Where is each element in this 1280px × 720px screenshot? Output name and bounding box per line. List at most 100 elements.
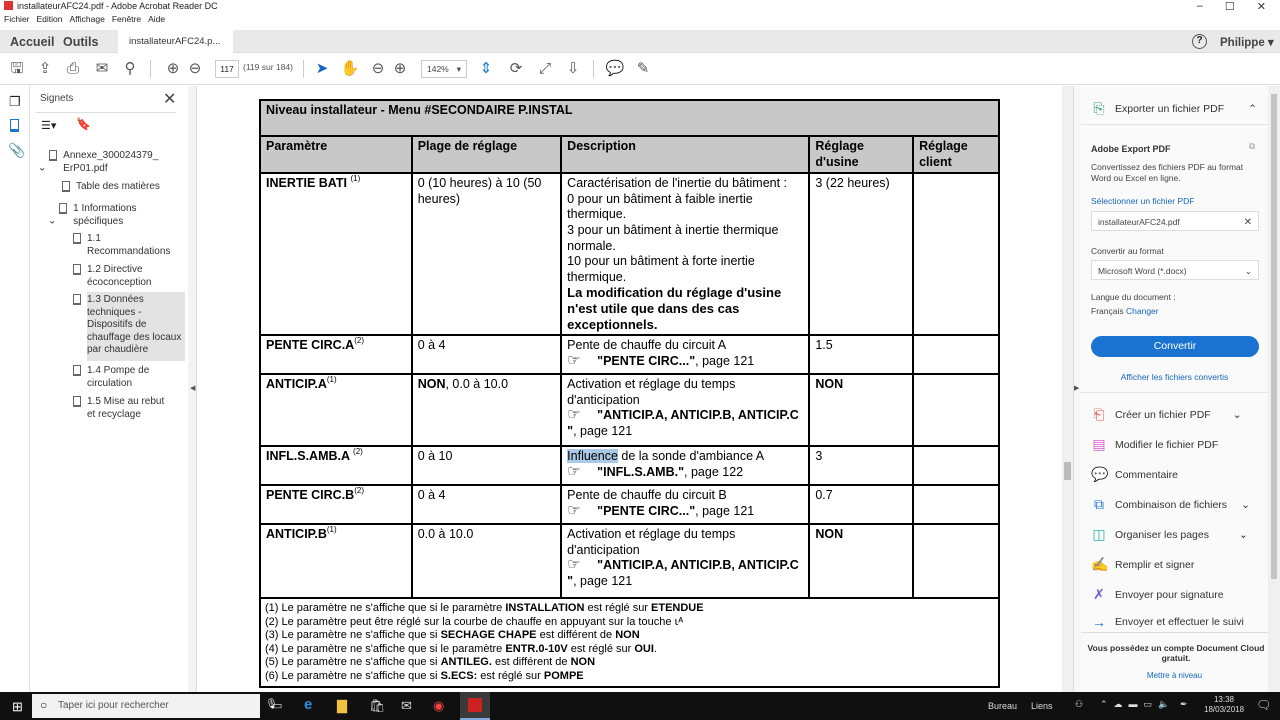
table-row: ANTICIP.B(1) 0.0 à 10.0 Activation et ré… xyxy=(259,523,1000,600)
pages-icon[interactable]: ❐ xyxy=(9,94,21,110)
panel-splitter[interactable]: ◀ xyxy=(188,86,197,692)
bookmark-item[interactable]: 1.4 Pompe de circulation xyxy=(73,365,183,390)
pen-tray-icon[interactable]: ✒ xyxy=(1180,699,1188,710)
taskbar-search[interactable]: ○ Taper ici pour rechercher 🎙 xyxy=(32,694,278,718)
table-title: Niveau installateur - Menu #SECONDAIRE P… xyxy=(259,99,1000,137)
bookmark-item[interactable]: 1.5 Mise au rebut et recyclage xyxy=(73,396,183,421)
upload-icon[interactable]: ⇪ xyxy=(35,60,55,78)
tab-outils[interactable]: Outils xyxy=(63,35,98,49)
tool-create-pdf[interactable]: ⎗ Créer un fichier PDF ⌄ xyxy=(1091,406,1241,423)
email-icon[interactable]: ✉ xyxy=(92,60,112,78)
format-select[interactable]: Microsoft Word (*.docx) ⌄ xyxy=(1091,260,1259,280)
tool-send-track[interactable]: → Envoyer et effectuer le suivi xyxy=(1091,616,1244,628)
save-icon[interactable]: 🖫 xyxy=(7,60,27,78)
tab-accueil[interactable]: Accueil xyxy=(10,35,54,49)
tool-send-signature[interactable]: ✗ Envoyer pour signature xyxy=(1091,586,1223,603)
zoom-in-icon[interactable]: ⊕ xyxy=(390,60,410,78)
selected-text[interactable]: Influence xyxy=(567,449,618,464)
clear-file-icon: ✕ xyxy=(1243,217,1252,228)
page-number-input[interactable]: 117 xyxy=(215,60,239,78)
export-title: Adobe Export PDF xyxy=(1091,144,1171,154)
reference-link[interactable]: "INFL.S.AMB." xyxy=(597,465,684,479)
close-button[interactable]: ✕ xyxy=(1257,0,1266,13)
tools-pane-scrollbar[interactable] xyxy=(1268,86,1280,692)
attachment-icon[interactable]: 📎 xyxy=(8,142,25,159)
fit-page-icon[interactable]: ⇕ xyxy=(476,60,496,78)
upgrade-link[interactable]: Mettre à niveau xyxy=(1081,671,1268,680)
select-file-link[interactable]: Sélectionner un fichier PDF xyxy=(1091,196,1194,206)
taskbar: ⊞ ○ Taper ici pour rechercher 🎙 ▭ e ▇ 🛍 ✉ … xyxy=(0,692,1280,720)
tab-bar: Accueil Outils installateurAFC24.p... × … xyxy=(0,30,1280,70)
bookmark-item[interactable]: ⌄ 1 Informations spécifiques xyxy=(48,203,178,228)
document-scrollbar[interactable] xyxy=(1062,86,1073,692)
menu-fenetre[interactable]: Fenêtre xyxy=(112,14,141,24)
tool-edit-pdf[interactable]: ▤ Modifier le fichier PDF xyxy=(1091,436,1218,453)
selected-file-field[interactable]: installateurAFC24.pdf ✕ xyxy=(1091,211,1259,231)
footnotes: (1) Le paramètre ne s'affiche que si le … xyxy=(259,597,1000,689)
bookmark-item[interactable]: 1.1 Recommandations xyxy=(73,233,183,258)
hand-pointer-icon: ☞ xyxy=(567,462,581,480)
store-icon[interactable]: 🛍 xyxy=(369,698,386,714)
people-icon[interactable]: ⚇ xyxy=(1075,699,1083,710)
bookmark-item[interactable]: 1.2 Directive écoconception xyxy=(73,264,183,289)
user-menu[interactable]: Philippe ▾ xyxy=(1220,35,1274,49)
edge-icon[interactable]: e xyxy=(304,696,312,713)
notifications-icon[interactable]: 🗨 xyxy=(1256,698,1271,712)
show-converted-link[interactable]: Afficher les fichiers convertis xyxy=(1081,372,1268,382)
select-tool-icon[interactable]: ➤ xyxy=(312,60,332,78)
tool-organize[interactable]: ◫ Organiser les pages ⌄ xyxy=(1091,526,1247,543)
zoom-select[interactable]: 142% ▾ xyxy=(421,60,467,78)
convert-button[interactable]: Convertir xyxy=(1091,336,1259,357)
new-bookmark-icon[interactable]: 🔖 xyxy=(76,117,91,131)
zoom-out-icon[interactable]: ⊖ xyxy=(368,60,388,78)
reference-link[interactable]: "PENTE CIRC..." xyxy=(597,354,695,368)
hand-tool-icon[interactable]: ✋ xyxy=(340,60,360,78)
menu-affichage[interactable]: Affichage xyxy=(70,14,105,24)
menu-edition[interactable]: Edition xyxy=(37,14,63,24)
tool-combine[interactable]: ⧉ Combinaison de fichiers ⌄ xyxy=(1091,496,1250,513)
bookmark-icon[interactable] xyxy=(10,119,19,132)
menu-bar: Fichier Edition Affichage Fenêtre Aide xyxy=(4,14,165,24)
task-view-icon[interactable]: ▭ xyxy=(272,699,282,712)
tab-document[interactable]: installateurAFC24.p... × xyxy=(118,30,233,70)
minimize-button[interactable]: – xyxy=(1197,0,1203,13)
clock[interactable]: 13:38 18/03/2018 xyxy=(1204,695,1244,715)
toolbar-bureau[interactable]: Bureau xyxy=(988,701,1017,711)
fullscreen-icon[interactable]: ⤢ xyxy=(535,60,555,78)
hand-pointer-icon: ☞ xyxy=(567,406,581,424)
pen-icon[interactable]: ✎ xyxy=(633,60,653,78)
tools-pane: ⎘ Exporter un fichier PDF ⌃ Adobe Export P… xyxy=(1081,86,1268,692)
close-panel-icon[interactable]: ✕ xyxy=(163,89,176,109)
help-icon[interactable]: ? xyxy=(1192,34,1207,49)
file-explorer-icon[interactable]: ▇ xyxy=(337,698,347,714)
acrobat-taskbar-button[interactable] xyxy=(460,692,490,720)
maximize-button[interactable]: ☐ xyxy=(1225,0,1235,13)
bookmark-item[interactable]: ⌄ Annexe_300024379_ErP01.pdf xyxy=(38,150,186,175)
search-icon[interactable]: ⚲ xyxy=(120,60,140,78)
bookmark-item-selected[interactable]: 1.3 Données techniques - Dispositifs de … xyxy=(73,294,187,357)
toolbar-liens[interactable]: Liens xyxy=(1031,701,1053,711)
system-tray-icons[interactable]: ⌃☁▬▭🔈 xyxy=(1100,699,1175,710)
mail-icon[interactable]: ✉ xyxy=(401,698,412,714)
parameter-table: Niveau installateur - Menu #SECONDAIRE P… xyxy=(259,99,1000,689)
tool-fill-sign[interactable]: ✍ Remplir et signer xyxy=(1091,556,1194,573)
windows-start-icon[interactable]: ⊞ xyxy=(12,699,23,715)
change-language-link[interactable]: Changer xyxy=(1126,306,1159,316)
table-row: INERTIE BATI (1) 0 (10 heures) à 10 (50 … xyxy=(259,172,1000,337)
tool-comment[interactable]: 💬 Commentaire xyxy=(1091,466,1178,483)
export-pdf-header[interactable]: ⎘ Exporter un fichier PDF ⌃ xyxy=(1091,100,1257,117)
hand-pointer-icon: ☞ xyxy=(567,556,581,574)
next-page-icon[interactable]: ⊖ xyxy=(185,60,205,78)
bookmark-item[interactable]: Table des matières xyxy=(62,181,182,194)
right-panel-toggle[interactable]: ▶ xyxy=(1073,86,1081,692)
rotate-icon[interactable]: ⟳ xyxy=(506,60,526,78)
chrome-icon[interactable]: ◉ xyxy=(433,698,444,714)
reference-link[interactable]: "PENTE CIRC..." xyxy=(597,504,695,518)
menu-fichier[interactable]: Fichier xyxy=(4,14,30,24)
comment-icon[interactable]: 💬 xyxy=(605,60,625,78)
bookmark-options-icon[interactable]: ☰▾ xyxy=(41,119,56,132)
print-icon[interactable]: ⎙ xyxy=(63,60,83,78)
scroll-mode-icon[interactable]: ⇩ xyxy=(563,60,583,78)
previous-page-icon[interactable]: ⊕ xyxy=(163,60,183,78)
menu-aide[interactable]: Aide xyxy=(148,14,165,24)
